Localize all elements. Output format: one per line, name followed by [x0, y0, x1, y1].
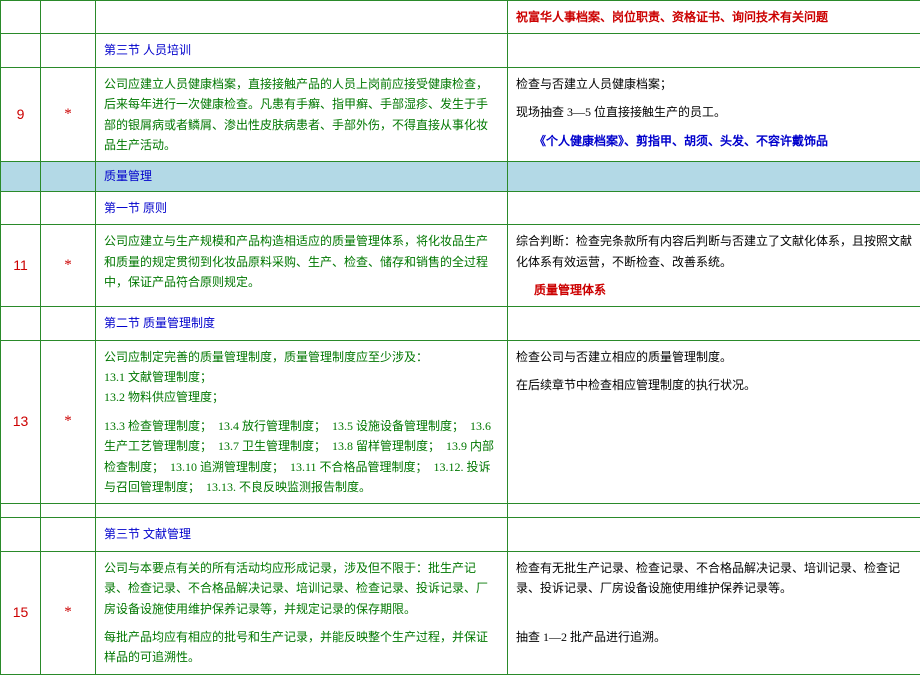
cell-empty — [1, 504, 41, 518]
section-title: 第三节 文献管理 — [96, 518, 508, 551]
check-text: 检查有无批生产记录、检查记录、不合格品解决记录、培训记录、检查记录、投诉记录、厂… — [508, 551, 920, 674]
check-para: 检查有无批生产记录、检查记录、不合格品解决记录、培训记录、检查记录、投诉记录、厂… — [516, 558, 912, 599]
section-title: 质量管理 — [96, 162, 508, 191]
req-line: 公司应制定完善的质量管理制度，质量管理制度应至少涉及： — [104, 347, 499, 367]
cell-empty — [41, 504, 96, 518]
item-number: 11 — [1, 225, 41, 307]
check-text: 综合判断：检查完条款所有内容后判断与否建立了文献化体系，且按照文献化体系有效运营… — [508, 225, 920, 307]
cell-empty — [508, 518, 920, 551]
item-star: * — [41, 225, 96, 307]
check-text: 检查公司与否建立相应的质量管理制度。 在后续章节中检查相应管理制度的执行状况。 — [508, 340, 920, 504]
check-line: 在后续章节中检查相应管理制度的执行状况。 — [516, 375, 912, 395]
check-line: 现场抽查 3—5 位直接接触生产的员工。 — [516, 102, 912, 122]
note-text: 祝富华人事档案、岗位职责、资格证书、询问技术有关问题 — [516, 10, 828, 24]
check-text: 检查与否建立人员健康档案； 现场抽查 3—5 位直接接触生产的员工。 《个人健康… — [508, 67, 920, 162]
requirement-text: 公司应建立与生产规模和产品构造相适应的质量管理体系，将化妆品生产和质量的规定贯彻… — [96, 225, 508, 307]
cell-empty — [41, 1, 96, 34]
cell-empty — [1, 34, 41, 67]
item-number: 9 — [1, 67, 41, 162]
cell-empty — [41, 307, 96, 340]
section-title: 第二节 质量管理制度 — [96, 307, 508, 340]
req-para: 每批产品均应有相应的批号和生产记录，并能反映整个生产过程，并保证样品的可追溯性。 — [104, 627, 499, 668]
req-line: 13.3 检查管理制度； 13.4 放行管理制度； 13.5 设施设备管理制度；… — [104, 416, 499, 498]
req-line: 13.1 文献管理制度； — [104, 367, 499, 387]
item-star: * — [41, 340, 96, 504]
cell-empty — [1, 518, 41, 551]
section-title: 第一节 原则 — [96, 191, 508, 224]
check-para: 抽查 1—2 批产品进行追溯。 — [516, 627, 912, 647]
table-row: 第三节 人员培训 — [1, 34, 920, 67]
cell-empty — [508, 162, 920, 191]
requirement-text: 公司应建立人员健康档案，直接接触产品的人员上岗前应接受健康检查，后来每年进行一次… — [96, 67, 508, 162]
item-number: 15 — [1, 551, 41, 674]
cell-empty — [508, 34, 920, 67]
requirement-text: 公司应制定完善的质量管理制度，质量管理制度应至少涉及： 13.1 文献管理制度；… — [96, 340, 508, 504]
table-row-empty — [1, 504, 920, 518]
cell-empty — [1, 307, 41, 340]
cell-note: 祝富华人事档案、岗位职责、资格证书、询问技术有关问题 — [508, 1, 920, 34]
item-number: 13 — [1, 340, 41, 504]
cell-empty — [96, 1, 508, 34]
item-star: * — [41, 551, 96, 674]
item-star: * — [41, 67, 96, 162]
cell-empty — [41, 34, 96, 67]
section-header-row: 质量管理 — [1, 162, 920, 191]
table-row: 第一节 原则 — [1, 191, 920, 224]
check-line: 综合判断：检查完条款所有内容后判断与否建立了文献化体系，且按照文献化体系有效运营… — [516, 231, 912, 272]
cell-empty — [41, 518, 96, 551]
table-row: 第三节 文献管理 — [1, 518, 920, 551]
table-row: 15 * 公司与本要点有关的所有活动均应形成记录，涉及但不限于：批生产记录、检查… — [1, 551, 920, 674]
check-highlight: 《个人健康档案》、剪指甲、胡须、头发、不容许戴饰品 — [516, 131, 912, 151]
table-row: 13 * 公司应制定完善的质量管理制度，质量管理制度应至少涉及： 13.1 文献… — [1, 340, 920, 504]
table-row: 祝富华人事档案、岗位职责、资格证书、询问技术有关问题 — [1, 1, 920, 34]
cell-empty — [41, 191, 96, 224]
cell-empty — [1, 191, 41, 224]
regulation-table: 祝富华人事档案、岗位职责、资格证书、询问技术有关问题 第三节 人员培训 9 * … — [0, 0, 920, 675]
cell-empty — [1, 162, 41, 191]
req-line: 13.2 物料供应管理度； — [104, 387, 499, 407]
cell-empty — [508, 307, 920, 340]
cell-empty — [508, 504, 920, 518]
req-para: 公司与本要点有关的所有活动均应形成记录，涉及但不限于：批生产记录、检查记录、不合… — [104, 558, 499, 619]
check-line: 检查与否建立人员健康档案； — [516, 74, 912, 94]
check-line: 检查公司与否建立相应的质量管理制度。 — [516, 347, 912, 367]
table-row: 第二节 质量管理制度 — [1, 307, 920, 340]
cell-empty — [41, 162, 96, 191]
section-title: 第三节 人员培训 — [96, 34, 508, 67]
requirement-text: 公司与本要点有关的所有活动均应形成记录，涉及但不限于：批生产记录、检查记录、不合… — [96, 551, 508, 674]
cell-empty — [1, 1, 41, 34]
table-row: 9 * 公司应建立人员健康档案，直接接触产品的人员上岗前应接受健康检查，后来每年… — [1, 67, 920, 162]
check-highlight: 质量管理体系 — [516, 280, 912, 300]
cell-empty — [508, 191, 920, 224]
cell-empty — [96, 504, 508, 518]
table-row: 11 * 公司应建立与生产规模和产品构造相适应的质量管理体系，将化妆品生产和质量… — [1, 225, 920, 307]
